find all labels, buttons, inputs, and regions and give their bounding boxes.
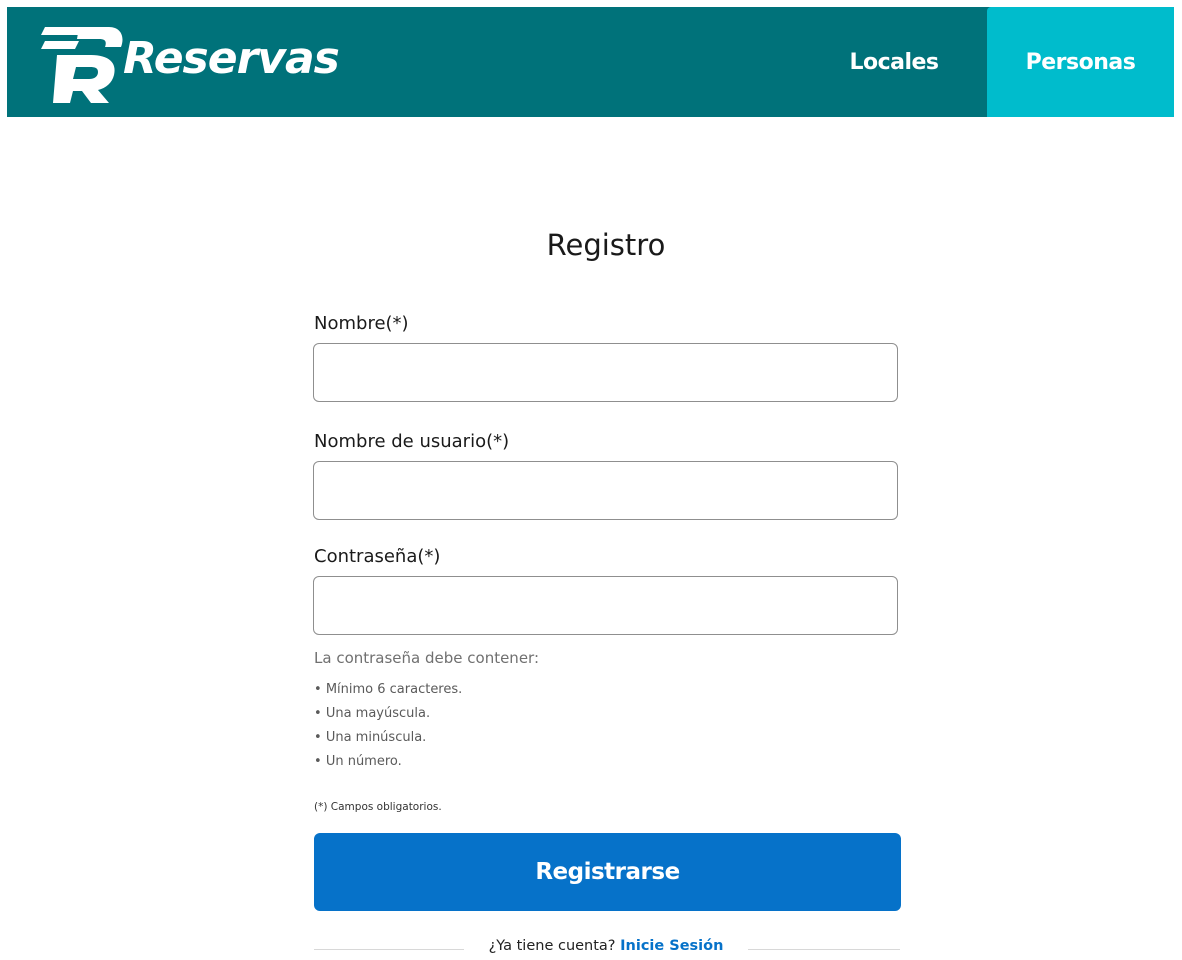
main-nav: Locales Personas	[801, 7, 1174, 117]
login-prompt: ¿Ya tiene cuenta? Inicie Sesión	[470, 938, 742, 954]
reservas-logo-icon	[41, 27, 123, 103]
password-rule: Una mayúscula.	[314, 704, 462, 728]
username-label: Nombre de usuario(*)	[314, 431, 510, 452]
password-rule: Un número.	[314, 752, 462, 776]
register-button[interactable]: Registrarse	[314, 833, 901, 911]
nav-item-locales[interactable]: Locales	[801, 7, 987, 117]
username-input[interactable]	[313, 461, 898, 520]
login-link[interactable]: Inicie Sesión	[620, 938, 723, 954]
divider-left	[314, 949, 464, 950]
password-rule: Una minúscula.	[314, 728, 462, 752]
divider-right	[748, 949, 900, 950]
password-label: Contraseña(*)	[314, 546, 441, 567]
brand-name: Reservas	[123, 32, 340, 84]
password-hint-title: La contraseña debe contener:	[314, 649, 539, 667]
password-rules-list: Mínimo 6 caracteres. Una mayúscula. Una …	[314, 680, 462, 776]
login-prompt-text: ¿Ya tiene cuenta?	[488, 938, 616, 954]
brand-logo[interactable]: Reservas	[39, 21, 340, 103]
page: Reservas Locales Personas Registro Nombr…	[0, 0, 1182, 960]
password-input[interactable]	[313, 576, 898, 635]
top-nav-bar: Reservas Locales Personas	[7, 7, 1174, 117]
name-label: Nombre(*)	[314, 313, 409, 334]
required-fields-note: (*) Campos obligatorios.	[314, 801, 442, 813]
password-rule: Mínimo 6 caracteres.	[314, 680, 462, 704]
page-title: Registro	[546, 228, 666, 262]
name-input[interactable]	[313, 343, 898, 402]
nav-item-personas[interactable]: Personas	[987, 7, 1174, 117]
